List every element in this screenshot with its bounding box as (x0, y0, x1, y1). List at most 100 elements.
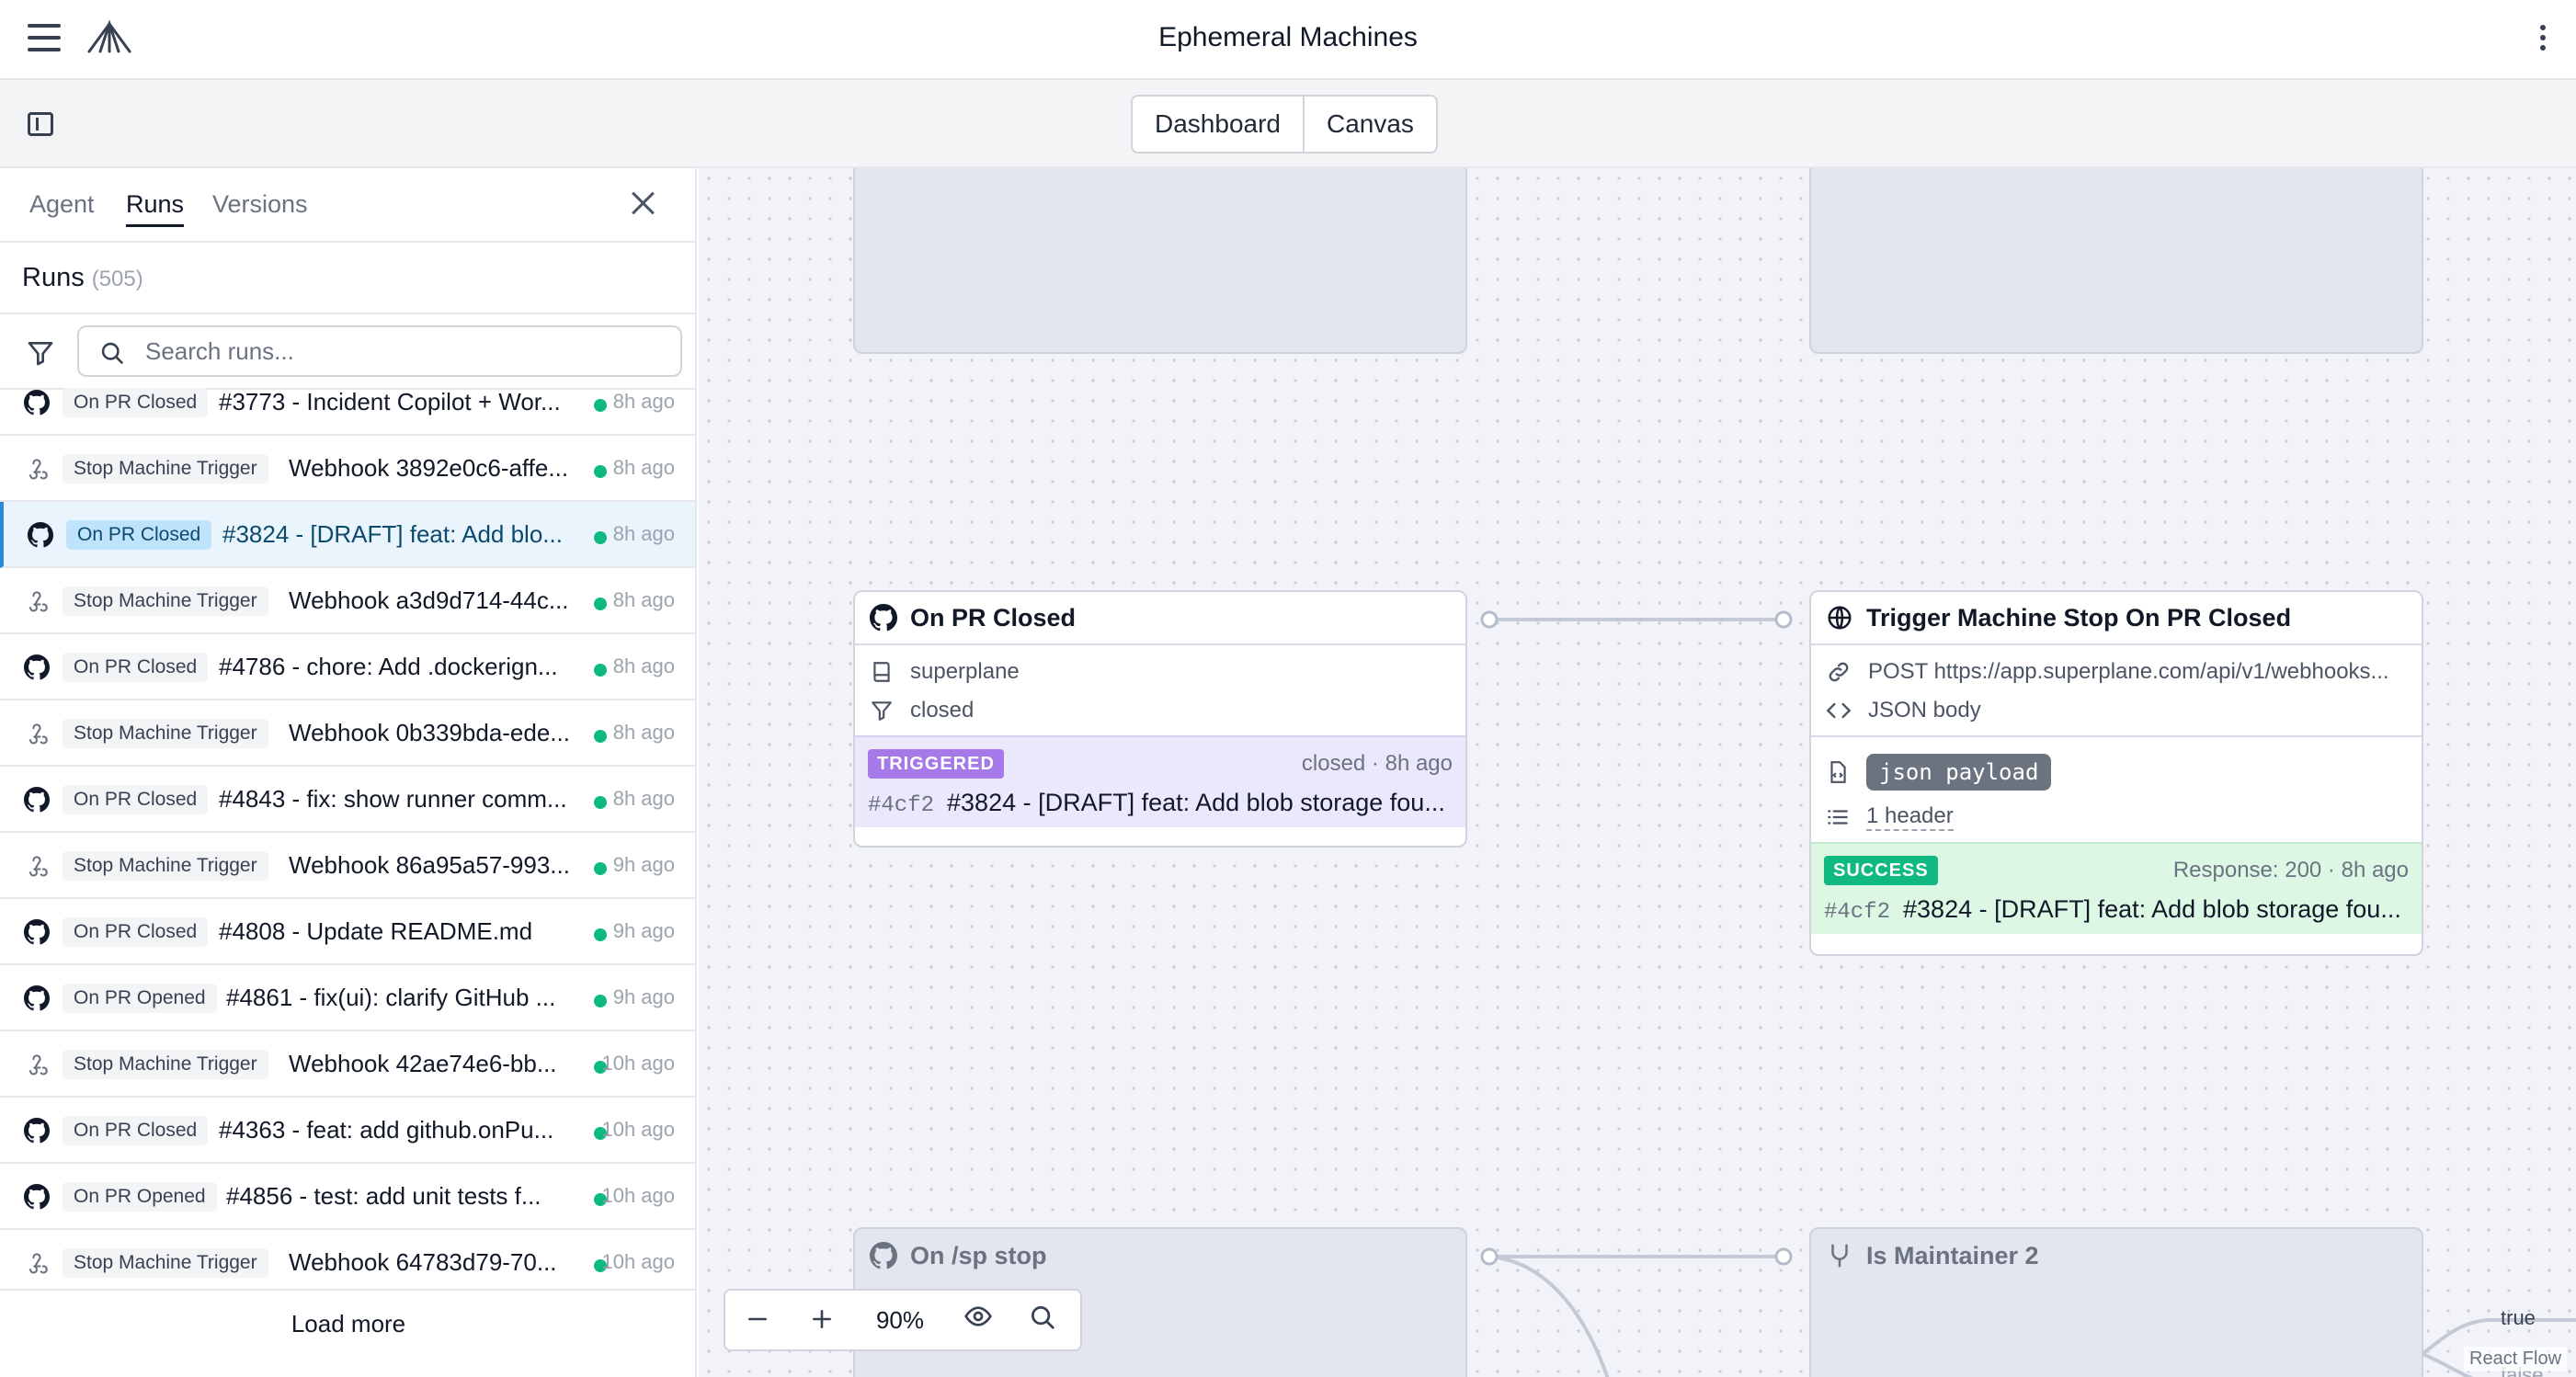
run-hash: #4cf2 (868, 793, 935, 818)
node-trigger-machine-stop[interactable]: Trigger Machine Stop On PR Closed POST h… (1809, 590, 2423, 956)
node-last-run[interactable]: TRIGGERED closed · 8h ago #4cf2 #3824 - [… (855, 735, 1465, 827)
zoom-out-button[interactable] (725, 1292, 790, 1348)
edge-label-true: true (2501, 1306, 2536, 1329)
run-title: #3773 - Incident Copilot + Wor... (219, 388, 561, 415)
tab-agent[interactable]: Agent (29, 190, 95, 224)
canvas-node-upper-left[interactable] (853, 168, 1467, 354)
github-icon (24, 787, 51, 813)
file-code-icon (1830, 761, 1846, 783)
run-row[interactable]: On PR Closed #3824 - [DRAFT] feat: Add bl… (0, 502, 695, 568)
code-icon (1826, 702, 1852, 719)
trigger-badge: On PR Closed (63, 1116, 209, 1145)
filter-icon (872, 701, 892, 721)
search-icon (101, 342, 123, 364)
load-more-button[interactable]: Load more (0, 1289, 695, 1377)
close-icon[interactable] (631, 190, 656, 216)
trigger-badge: On PR Closed (63, 785, 209, 814)
headers-link[interactable]: 1 header (1866, 803, 1954, 831)
run-row[interactable]: Stop Machine Trigger Webhook 86a95a57-993… (0, 833, 695, 899)
run-title: Webhook 86a95a57-993... (289, 851, 570, 879)
headers-row: 1 header (1811, 798, 2422, 836)
react-flow-attribution[interactable]: React Flow (2464, 1347, 2568, 1371)
trigger-badge: On PR Opened (63, 984, 217, 1013)
handle-in-stop-trigger[interactable] (1774, 610, 1793, 629)
run-row[interactable]: On PR Closed #4843 - fix: show runner com… (0, 767, 695, 833)
github-icon (24, 390, 51, 415)
status-dot (594, 664, 607, 677)
run-row[interactable]: Stop Machine Trigger Webhook 0b339bda-ede… (0, 700, 695, 767)
tab-versions[interactable]: Versions (212, 190, 308, 224)
run-age: 8h ago (612, 522, 675, 545)
github-icon (24, 654, 51, 680)
zoom-in-button[interactable] (790, 1292, 854, 1348)
run-row[interactable]: Stop Machine Trigger Webhook 64783d79-70.… (0, 1230, 695, 1289)
canvas-view-button[interactable]: Canvas (1302, 97, 1436, 152)
repo-book-icon (873, 662, 890, 682)
run-row[interactable]: On PR Closed #4808 - Update README.md 9h a… (0, 899, 695, 965)
webhook-icon (24, 456, 50, 482)
run-age: 8h ago (612, 456, 675, 479)
node-title: On PR Closed (910, 603, 1077, 632)
tab-runs[interactable]: Runs (126, 190, 185, 227)
search-input[interactable] (145, 335, 660, 368)
status-dot (594, 928, 607, 941)
node-last-run[interactable]: SUCCESS Response: 200 · 8h ago #4cf2 #382… (1811, 842, 2422, 934)
run-row[interactable]: Stop Machine Trigger Webhook 42ae74e6-bb.… (0, 1031, 695, 1098)
webhook-icon (24, 721, 50, 746)
run-row[interactable]: Stop Machine Trigger Webhook 3892e0c6-aff… (0, 436, 695, 502)
node-is-maintainer[interactable]: Is Maintainer 2 (1809, 1227, 2423, 1377)
sidebar-toggle-icon[interactable] (28, 112, 53, 136)
node-header: On /sp stop (855, 1229, 1465, 1282)
run-row[interactable]: On PR Closed #4363 - feat: add github.onP… (0, 1098, 695, 1164)
dashboard-view-button[interactable]: Dashboard (1133, 97, 1303, 152)
webhook-url: POST https://app.superplane.com/api/v1/w… (1868, 659, 2389, 684)
status-dot (594, 796, 607, 809)
visibility-toggle-button[interactable] (946, 1292, 1010, 1348)
filter-value: closed (910, 698, 975, 723)
run-title: Webhook 3892e0c6-affe... (289, 454, 569, 482)
canvas-node-upper-right[interactable] (1809, 168, 2423, 354)
runs-header: Runs (505) (0, 243, 695, 314)
run-meta: Response: 200 · 8h ago (2172, 858, 2409, 882)
handle-out-sp-stop[interactable] (1480, 1247, 1499, 1266)
status-badge: SUCCESS (1824, 856, 1938, 885)
link-icon (1829, 662, 1849, 682)
run-row[interactable]: On PR Closed #3773 - Incident Copilot + W… (0, 386, 695, 436)
eye-icon (964, 1306, 992, 1326)
run-row[interactable]: On PR Opened #4856 - test: add unit tests… (0, 1164, 695, 1230)
run-row[interactable]: On PR Opened #4861 - fix(ui): clarify Git… (0, 965, 695, 1031)
trigger-badge: Stop Machine Trigger (63, 851, 268, 881)
github-icon (24, 985, 51, 1011)
run-title: #3824 - [DRAFT] feat: Add blob storage f… (947, 789, 1445, 816)
run-title: #3824 - [DRAFT] feat: Add blob storage f… (1903, 895, 2401, 923)
filter-icon[interactable] (26, 338, 55, 368)
run-hash: #4cf2 (1824, 900, 1891, 925)
github-icon (870, 1242, 897, 1269)
node-on-pr-closed[interactable]: On PR Closed superplane closed TRIGGERED… (853, 590, 1467, 848)
node-title: Is Maintainer 2 (1866, 1241, 2039, 1269)
trigger-badge: On PR Closed (63, 653, 209, 682)
trigger-badge: Stop Machine Trigger (63, 586, 268, 616)
node-config: POST https://app.superplane.com/api/v1/w… (1811, 645, 2422, 737)
run-row[interactable]: Stop Machine Trigger Webhook a3d9d714-44c… (0, 568, 695, 634)
handle-in-maintainer[interactable] (1774, 1247, 1793, 1266)
sidebar-tabs: Agent Runs Versions (0, 168, 695, 243)
run-row[interactable]: On PR Closed #4786 - chore: Add .dockerig… (0, 634, 695, 700)
plus-icon (813, 1310, 831, 1328)
payload-chip[interactable]: json payload (1866, 754, 2052, 791)
workflow-canvas[interactable]: On PR Closed superplane closed TRIGGERED… (699, 168, 2576, 1377)
run-title: #4808 - Update README.md (219, 917, 533, 945)
runs-title: Runs (22, 263, 85, 292)
canvas-search-button[interactable] (1010, 1292, 1075, 1348)
zoom-level: 90% (875, 1305, 925, 1334)
run-title: #3824 - [DRAFT] feat: Add blo... (222, 520, 563, 548)
status-dot (594, 995, 607, 1007)
handle-out-pr-closed[interactable] (1480, 610, 1499, 629)
webhook-icon (24, 1250, 50, 1276)
run-title: #4786 - chore: Add .dockerign... (219, 653, 558, 680)
node-header: On PR Closed (855, 592, 1465, 645)
node-header: Is Maintainer 2 (1811, 1229, 2422, 1282)
trigger-badge: Stop Machine Trigger (63, 1248, 268, 1278)
search-box (77, 325, 682, 377)
more-options-icon[interactable] (2534, 22, 2552, 59)
